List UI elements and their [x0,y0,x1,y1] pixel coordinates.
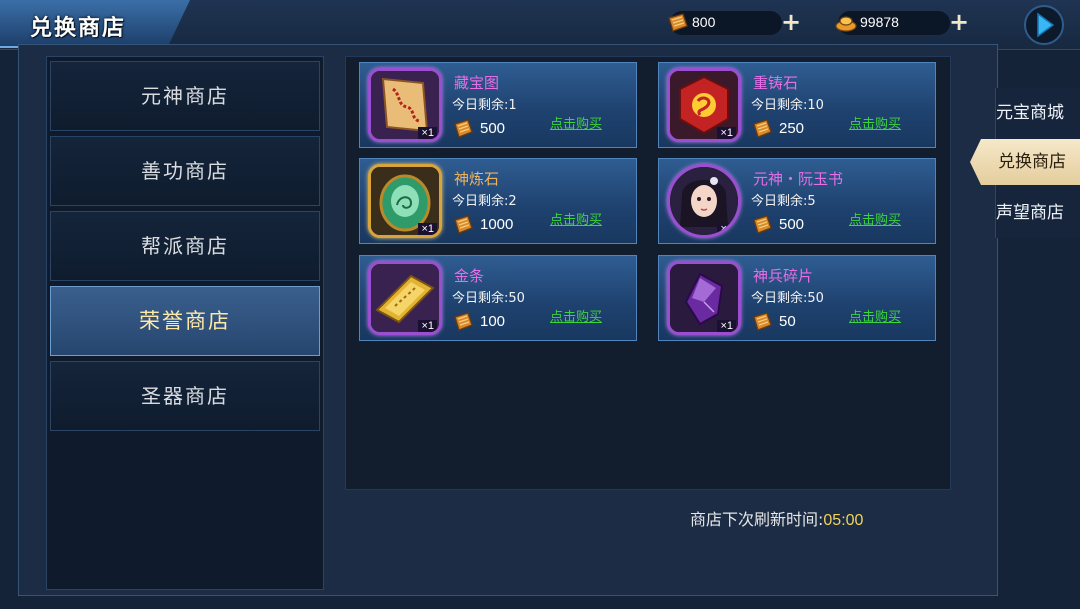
item-quantity: ×1 [717,223,736,235]
item-name: 神炼石 [454,170,500,188]
item-price: 250 [779,120,805,137]
tab-reputation-shop[interactable]: 声望商店 [996,190,1080,236]
coin-bundle-icon [753,119,772,138]
item-name: 金条 [454,267,485,285]
coin-bundle-icon [454,312,473,331]
item-name: 元神・阮玉书 [753,170,844,188]
item-remaining: 今日剩余:5 [751,194,816,209]
item-icon-frame: ×1 [667,68,741,142]
item-price: 1000 [480,216,514,233]
buy-button[interactable]: 点击购买 [550,113,602,132]
item-card[interactable]: ×1 金条 今日剩余:50 100 点击购买 [359,255,637,341]
item-price: 500 [779,216,805,233]
item-price: 500 [480,120,506,137]
item-remaining: 今日剩余:2 [452,194,517,209]
item-remaining: 今日剩余:10 [751,98,824,113]
item-quantity: ×1 [418,320,437,332]
item-remaining: 今日剩余:50 [452,291,525,306]
category-rongyu[interactable]: 荣誉商店 [50,286,320,356]
refresh-time: 05:00 [823,512,864,529]
item-card[interactable]: ×1 神炼石 今日剩余:2 1000 点击购买 [359,158,637,244]
category-yuanshen[interactable]: 元神商店 [50,61,320,131]
item-card[interactable]: ×1 藏宝图 今日剩余:1 500 点击购买 [359,62,637,148]
coin-bundle-icon [454,119,473,138]
item-name: 神兵碎片 [753,267,814,285]
item-card[interactable]: ×1 元神・阮玉书 今日剩余:5 500 点击购买 [658,158,936,244]
next-button[interactable] [1024,5,1064,45]
item-icon-frame: ×1 [368,68,442,142]
item-remaining: 今日剩余:1 [452,98,517,113]
currency-coins: 800 [668,11,782,35]
buy-button[interactable]: 点击购买 [849,306,901,325]
arrow-right-icon [1037,12,1055,38]
item-icon-frame: ×1 [667,164,741,238]
buy-button[interactable]: 点击购买 [550,306,602,325]
item-icon-frame: ×1 [667,261,741,335]
buy-button[interactable]: 点击购买 [849,113,901,132]
item-quantity: ×1 [418,127,437,139]
add-coins-button[interactable]: + [780,9,802,35]
add-ingots-button[interactable]: + [948,9,970,35]
tab-exchange-shop[interactable]: 兑换商店 [970,139,1080,185]
coin-bundle-icon [753,312,772,331]
item-icon-frame: ×1 [368,261,442,335]
refresh-timer: 商店下次刷新时间:05:00 [690,506,863,530]
category-shangong[interactable]: 善功商店 [50,136,320,206]
tab-yuanbao-mall[interactable]: 元宝商城 [996,90,1080,136]
gold-ingot-icon [835,16,857,32]
item-remaining: 今日剩余:50 [751,291,824,306]
category-bangpai[interactable]: 帮派商店 [50,211,320,281]
item-card[interactable]: ×1 重铸石 今日剩余:10 250 点击购买 [658,62,936,148]
item-name: 重铸石 [753,74,799,92]
refresh-label: 商店下次刷新时间: [690,510,824,529]
buy-button[interactable]: 点击购买 [550,209,602,228]
coins-value: 800 [692,14,716,30]
item-quantity: ×1 [717,127,736,139]
coin-bundle-icon [668,13,688,32]
item-name: 藏宝图 [454,74,500,92]
ingots-value: 99878 [860,14,899,30]
coin-bundle-icon [753,215,772,234]
item-price: 50 [779,313,796,330]
buy-button[interactable]: 点击购买 [849,209,901,228]
item-card[interactable]: ×1 神兵碎片 今日剩余:50 50 点击购买 [658,255,936,341]
currency-ingots: 99878 [835,11,950,35]
item-icon-frame: ×1 [368,164,442,238]
coin-bundle-icon [454,215,473,234]
category-shengqi[interactable]: 圣器商店 [50,361,320,431]
item-price: 100 [480,313,506,330]
page-title: 兑换商店 [30,15,127,41]
item-quantity: ×1 [418,223,437,235]
item-quantity: ×1 [717,320,736,332]
